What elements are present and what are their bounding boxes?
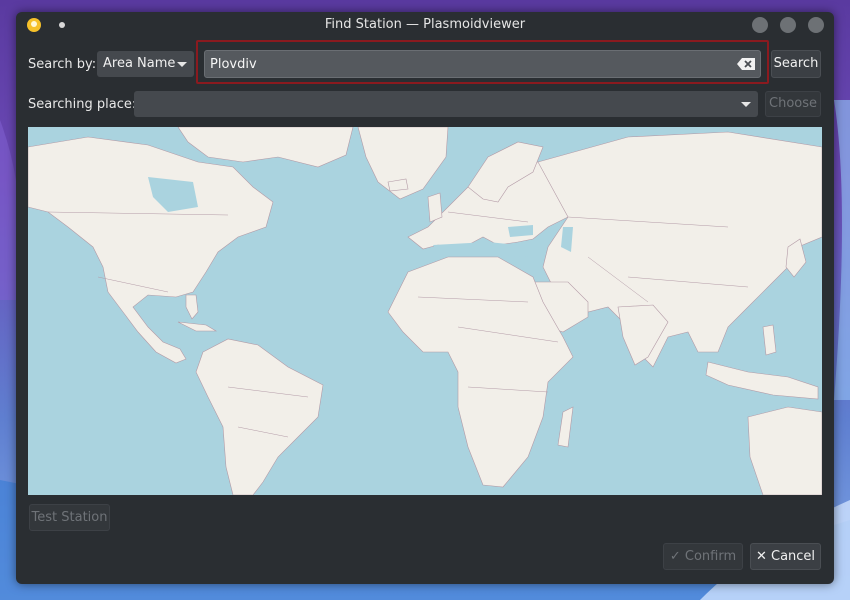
- uk-land: [427, 192, 443, 223]
- searching-place-label: Searching place:: [28, 97, 137, 112]
- madagascar-land: [557, 406, 574, 448]
- arctic-islands-land: [177, 127, 354, 168]
- asia-land: [537, 131, 822, 368]
- confirm-label: Confirm: [684, 549, 737, 564]
- search-button[interactable]: Search: [771, 50, 821, 78]
- south-america-land: [195, 338, 324, 495]
- test-station-button[interactable]: Test Station: [29, 504, 110, 531]
- title-bar[interactable]: Find Station — Plasmoidviewer: [16, 12, 834, 38]
- find-station-dialog: Find Station — Plasmoidviewer Search by:…: [16, 12, 834, 584]
- search-by-label: Search by:: [28, 57, 97, 72]
- search-mode-select[interactable]: Area Name: [97, 51, 194, 77]
- cancel-label: Cancel: [771, 549, 816, 564]
- chevron-down-icon: [741, 102, 751, 107]
- confirm-button[interactable]: ✓ Confirm: [663, 543, 743, 570]
- maximize-button[interactable]: [780, 17, 796, 33]
- florida-land: [185, 294, 199, 320]
- map-canvas: [28, 127, 822, 495]
- world-map[interactable]: [28, 127, 822, 495]
- australia-land: [747, 406, 822, 495]
- chevron-down-icon: [177, 62, 187, 67]
- search-mode-value: Area Name: [103, 56, 176, 71]
- minimize-button[interactable]: [752, 17, 768, 33]
- cuba-land: [177, 321, 218, 332]
- window-title: Find Station — Plasmoidviewer: [324, 17, 526, 32]
- search-input[interactable]: [204, 50, 761, 78]
- clear-icon[interactable]: [737, 58, 755, 70]
- place-select[interactable]: [134, 91, 758, 117]
- philippines-land: [762, 324, 777, 356]
- search-text[interactable]: [210, 55, 720, 73]
- india-land: [617, 304, 669, 366]
- north-america-land: [28, 136, 274, 364]
- choose-button[interactable]: Choose: [765, 91, 821, 117]
- close-icon: ✕: [755, 549, 767, 564]
- indonesia-land: [705, 361, 819, 400]
- black-sea-water: [508, 225, 533, 237]
- close-window-button[interactable]: [808, 17, 824, 33]
- checkmark-icon: ✓: [669, 549, 681, 564]
- mediterranean-water: [433, 242, 528, 257]
- cancel-button[interactable]: ✕ Cancel: [750, 543, 821, 570]
